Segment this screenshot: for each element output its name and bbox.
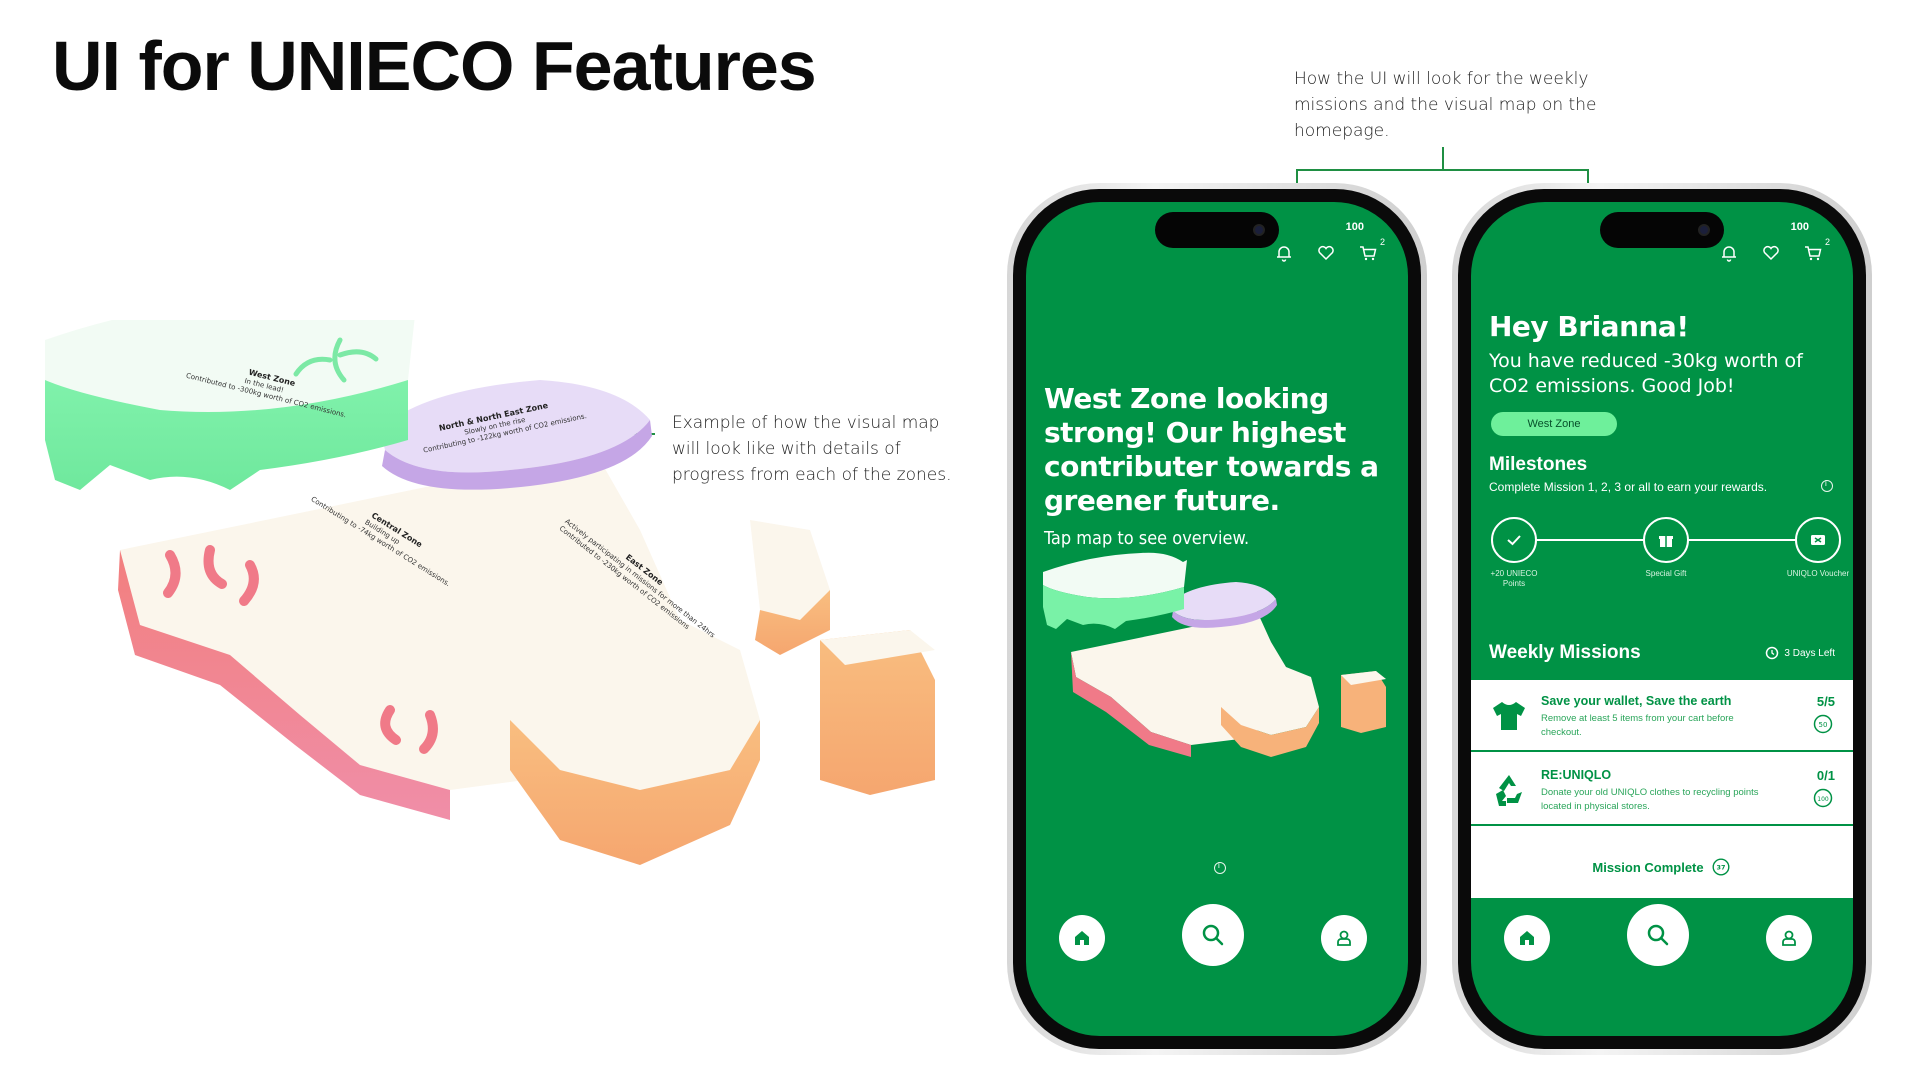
- phones-leader-bar: [1296, 169, 1589, 171]
- days-left-text: 3 Days Left: [1784, 647, 1835, 659]
- hero-subtext: Tap map to see overview.: [1044, 528, 1250, 549]
- heart-icon[interactable]: [1316, 243, 1336, 263]
- profile-button[interactable]: [1321, 915, 1367, 961]
- greeting-section: Hey Brianna! You have reduced -30kg wort…: [1489, 310, 1849, 399]
- phone-home-map: 100 2 West Zone looking strong! Our high…: [1007, 183, 1427, 1055]
- dynamic-island: [1600, 212, 1724, 248]
- hero-headline: West Zone looking strong! Our highest co…: [1044, 382, 1379, 517]
- profile-icon: [1337, 930, 1351, 946]
- top-icon-bar: 2: [1274, 237, 1385, 263]
- mission-item[interactable]: Save your wallet, Save the earth Remove …: [1471, 680, 1853, 752]
- milestone-node[interactable]: [1795, 517, 1841, 563]
- mission-description: Remove at least 5 items from your cart b…: [1541, 713, 1734, 738]
- home-button[interactable]: [1504, 915, 1550, 961]
- zone-map-thumbnail[interactable]: [1041, 547, 1391, 757]
- bottom-nav: [1471, 904, 1853, 974]
- camera-icon: [1698, 224, 1710, 236]
- recycle-icon: [1496, 775, 1522, 806]
- mission-complete-label: Mission Complete: [1592, 859, 1704, 875]
- east-zone: [470, 450, 935, 865]
- clock-icon: [1766, 646, 1779, 660]
- cart-count: 2: [1379, 237, 1385, 247]
- milestone-label: Special Gift: [1645, 569, 1687, 578]
- milestone-track: +20 UNIECO Points Special Gift UNIQLO Vo…: [1491, 517, 1849, 597]
- page-title: UI for UNIECO Features: [52, 27, 817, 105]
- battery-level: 100: [1345, 221, 1364, 233]
- mission-title: Save your wallet, Save the earth: [1541, 694, 1732, 708]
- phones-leader-stem: [1442, 147, 1444, 169]
- west-zone: [45, 294, 415, 490]
- weekly-missions-title: Weekly Missions: [1489, 642, 1641, 663]
- milestone-node[interactable]: [1491, 517, 1537, 563]
- days-left: 3 Days Left: [1765, 646, 1835, 660]
- mission-item[interactable]: RE:UNIQLO Donate your old UNIQLO clothes…: [1471, 754, 1853, 826]
- home-icon: [1520, 931, 1534, 945]
- phone-missions: 100 2 Hey Brianna! You have reduced -30k…: [1452, 183, 1872, 1055]
- phones-annotation: How the UI will look for the weekly miss…: [1294, 69, 1597, 141]
- milestone-node[interactable]: [1643, 517, 1689, 563]
- points-badge: 100: [1813, 788, 1833, 808]
- bell-icon[interactable]: [1274, 243, 1294, 263]
- phone-bezel: 100 2 West Zone looking strong! Our high…: [1013, 189, 1421, 1049]
- missions-list: Save your wallet, Save the earth Remove …: [1471, 680, 1853, 898]
- tshirt-icon: [1493, 702, 1525, 730]
- top-icon-bar: 2: [1719, 237, 1830, 263]
- search-button[interactable]: [1627, 904, 1689, 966]
- points-badge: 50: [1813, 714, 1833, 734]
- mission-progress: 0/1: [1816, 768, 1835, 783]
- milestone-label: +20 UNIECO Points: [1490, 569, 1538, 588]
- cart-count: 2: [1824, 237, 1830, 247]
- phones-leader-right: [1587, 169, 1589, 183]
- profile-button[interactable]: [1766, 915, 1812, 961]
- phone-bezel: 100 2 Hey Brianna! You have reduced -30k…: [1458, 189, 1866, 1049]
- profile-icon: [1782, 930, 1796, 946]
- battery-level: 100: [1790, 221, 1809, 233]
- cart-icon[interactable]: 2: [1358, 237, 1385, 263]
- missions-screen: 100 2 Hey Brianna! You have reduced -30k…: [1471, 202, 1853, 1036]
- mission-progress: 5/5: [1816, 694, 1835, 709]
- dynamic-island: [1155, 212, 1279, 248]
- heart-icon[interactable]: [1761, 243, 1781, 263]
- mission-title: RE:UNIQLO: [1541, 768, 1612, 782]
- cart-icon[interactable]: 2: [1803, 237, 1830, 263]
- points-value: 50: [1819, 721, 1828, 729]
- home-screen: 100 2 West Zone looking strong! Our high…: [1026, 202, 1408, 1036]
- info-icon[interactable]: [1821, 479, 1833, 492]
- milestones-title: Milestones: [1489, 454, 1588, 475]
- home-button[interactable]: [1059, 915, 1105, 961]
- home-icon: [1075, 931, 1089, 945]
- points-value: 100: [1817, 796, 1829, 803]
- voucher-icon: [1811, 535, 1825, 545]
- search-icon: [1202, 924, 1224, 946]
- hero-section: West Zone looking strong! Our highest co…: [1044, 382, 1408, 549]
- info-icon[interactable]: [1214, 861, 1226, 874]
- milestone-label: UNIQLO Voucher: [1786, 569, 1850, 578]
- points-value: 37: [1716, 864, 1725, 872]
- search-button[interactable]: [1182, 904, 1244, 966]
- bell-icon[interactable]: [1719, 243, 1739, 263]
- check-icon: [1507, 535, 1521, 546]
- mission-complete-button[interactable]: Mission Complete 37: [1471, 836, 1853, 898]
- mission-description: Donate your old UNIQLO clothes to recycl…: [1541, 787, 1759, 812]
- zone-pill[interactable]: West Zone: [1491, 412, 1617, 436]
- bottom-nav: [1026, 904, 1408, 974]
- greeting-title: Hey Brianna!: [1489, 310, 1689, 343]
- gift-icon: [1659, 536, 1673, 547]
- points-badge: 37: [1712, 858, 1730, 876]
- camera-icon: [1253, 224, 1265, 236]
- zone-map-illustration: West Zone In the lead! Contributed to -3…: [40, 294, 970, 880]
- search-icon: [1647, 924, 1669, 946]
- greeting-message: You have reduced -30kg worth of CO2 emis…: [1489, 350, 1803, 397]
- milestones-subtitle: Complete Mission 1, 2, 3 or all to earn …: [1489, 480, 1768, 494]
